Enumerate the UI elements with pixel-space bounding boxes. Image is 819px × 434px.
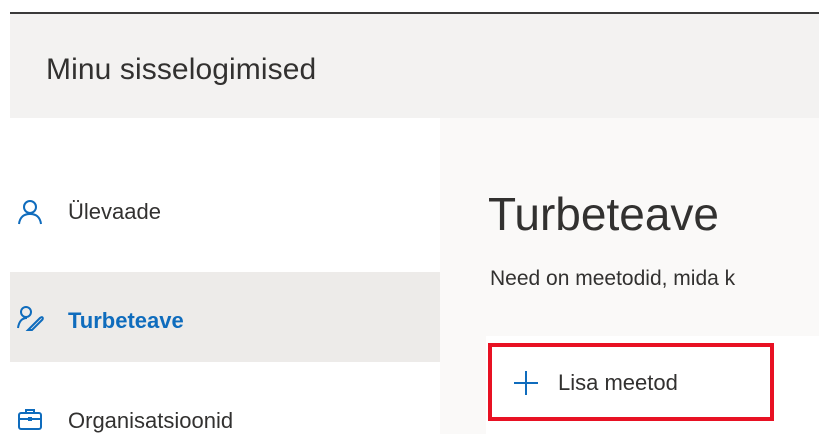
sidebar-item-label: Ülevaade	[68, 199, 161, 224]
sidebar-item-organizations[interactable]: Organisatsioonid	[10, 363, 440, 434]
add-method-button[interactable]: Lisa meetod	[488, 343, 774, 421]
sidebar-item-security-info[interactable]: Turbeteave	[10, 272, 440, 362]
sidebar-item-overview[interactable]: Ülevaade	[10, 167, 440, 257]
header: Minu sisselogimised	[10, 14, 819, 118]
page-description: Need on meetodid, mida k	[490, 267, 736, 290]
briefcase-icon	[17, 406, 43, 432]
plus-icon	[512, 369, 540, 397]
page: Minu sisselogimised Ülevaade Turbeteave	[0, 0, 819, 434]
page-title: Turbeteave	[488, 188, 719, 240]
sidebar-item-label: Turbeteave	[68, 308, 184, 333]
app-title: Minu sisselogimised	[46, 53, 317, 86]
person-icon	[17, 199, 43, 225]
add-method-label: Lisa meetod	[558, 370, 678, 395]
sidebar: Ülevaade Turbeteave Organisatsioonid	[10, 118, 440, 434]
main-content: Turbeteave Need on meetodid, mida k Lisa…	[440, 118, 819, 434]
sidebar-item-label: Organisatsioonid	[68, 408, 234, 433]
person-key-icon	[17, 305, 44, 331]
